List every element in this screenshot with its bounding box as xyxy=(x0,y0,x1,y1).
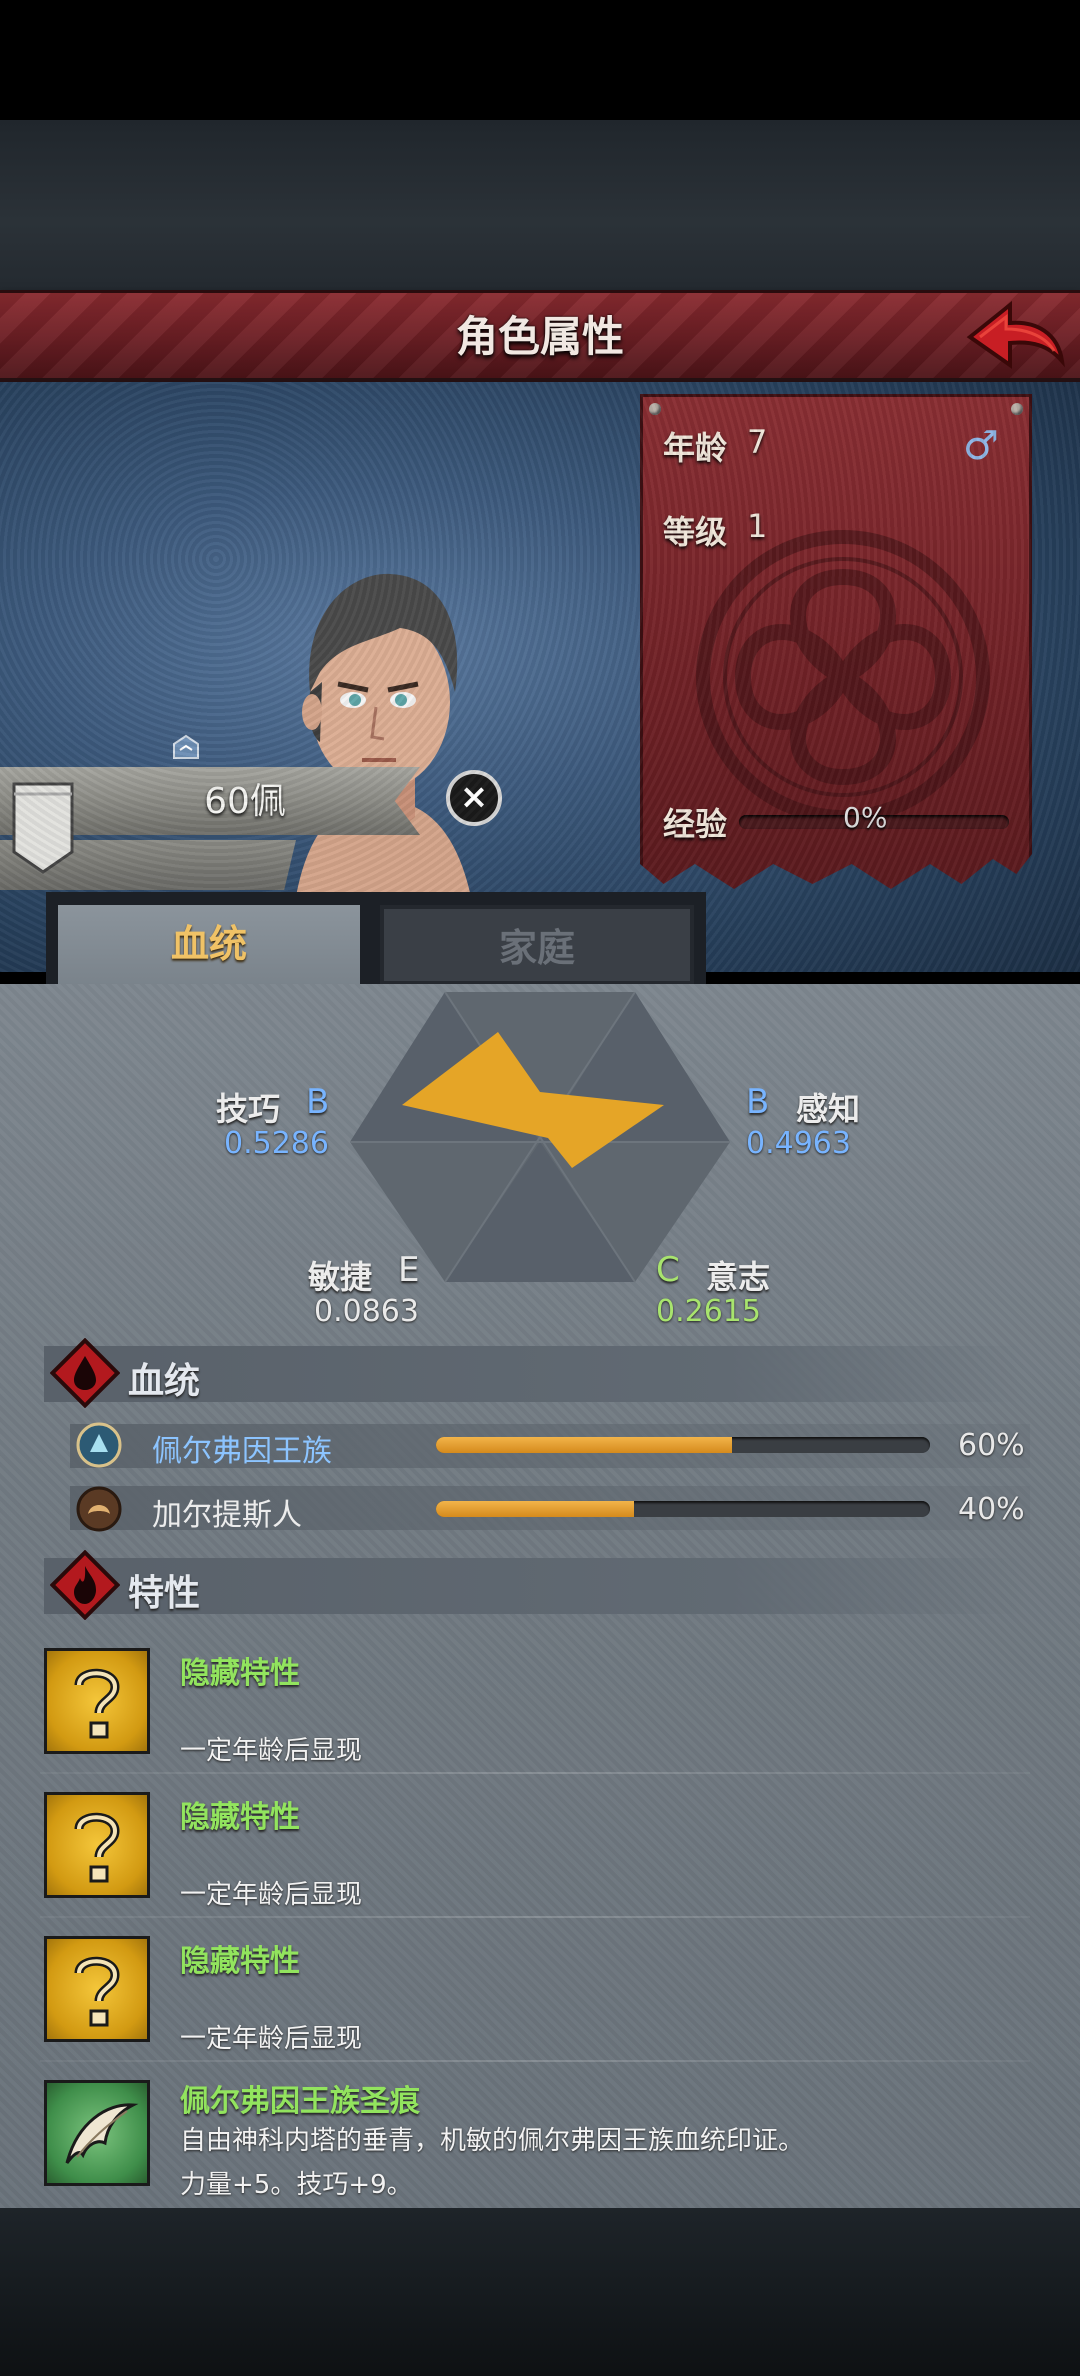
trait-effect: 力量+5。技巧+9。 xyxy=(180,2170,413,2200)
divider xyxy=(40,1772,1030,1774)
stat-will-grade: C xyxy=(656,1250,680,1290)
stat-agility-grade: E xyxy=(398,1250,420,1290)
hidden-trait-icon[interactable] xyxy=(44,1792,150,1898)
beast-crest-icon xyxy=(76,1486,122,1532)
hidden-trait-icon[interactable] xyxy=(44,1936,150,2042)
character-panel: 年龄 7 ♂ 等级 1 经验 0% 60佩 × xyxy=(0,382,1080,972)
royal-crest-icon xyxy=(76,1422,122,1468)
info-card: 年龄 7 ♂ 等级 1 经验 0% xyxy=(640,394,1032,889)
question-mark-icon xyxy=(74,1668,120,1739)
top-frame xyxy=(0,120,1080,290)
stat-skill-grade: B xyxy=(306,1082,330,1122)
attribute-radar xyxy=(350,992,730,1283)
rivet-icon xyxy=(1011,403,1023,415)
question-mark-icon xyxy=(74,1956,120,2027)
stat-agility-label: 敏捷 xyxy=(308,1258,373,1296)
trait-desc: 自由神科内塔的垂青，机敏的佩尔弗因王族血统印证。 xyxy=(180,2126,805,2156)
bloodline-progress-fill xyxy=(436,1501,634,1517)
stat-skill-label: 技巧 xyxy=(216,1090,281,1128)
flame-icon xyxy=(50,1550,120,1620)
character-name[interactable]: 60佩 xyxy=(120,772,370,832)
level-value: 1 xyxy=(747,507,768,545)
bloodline-name: 加尔提斯人 xyxy=(152,1498,302,1533)
male-gender-icon: ♂ xyxy=(963,423,999,469)
title-bar: 角色属性 xyxy=(0,290,1080,382)
bloodline-progress-fill xyxy=(436,1437,733,1453)
shield-icon xyxy=(12,782,74,874)
tab-bloodline[interactable]: 血统 xyxy=(58,905,360,985)
name-banner xyxy=(0,767,420,835)
back-button[interactable] xyxy=(966,299,1066,379)
exp-label: 经验 xyxy=(663,805,728,843)
bloodline-name: 佩尔弗因王族 xyxy=(152,1434,332,1469)
divider xyxy=(40,2060,1030,2062)
stat-perception-label: 感知 xyxy=(796,1090,861,1128)
feather-swirl-icon xyxy=(65,2103,139,2164)
blood-drop-icon xyxy=(50,1338,120,1408)
tab-family[interactable]: 家庭 xyxy=(380,905,694,985)
celtic-knot-emblem xyxy=(696,530,990,824)
trait-desc: 一定年龄后显现 xyxy=(180,1736,363,1766)
stat-perception-value: 0.4963 xyxy=(746,1126,851,1161)
trait-name: 隐藏特性 xyxy=(180,1944,300,1979)
level-label: 等级 xyxy=(663,513,728,551)
exp-progress-bar xyxy=(739,815,1009,829)
trait-name: 佩尔弗因王族圣痕 xyxy=(180,2084,420,2119)
name-banner-lower xyxy=(0,840,296,890)
exp-value: 0% xyxy=(843,801,888,834)
bloodline-percent: 60% xyxy=(958,1428,1025,1463)
bloodline-progress-bar xyxy=(436,1437,930,1453)
divider xyxy=(40,1916,1030,1918)
rivet-icon xyxy=(649,403,661,415)
stat-perception-grade: B xyxy=(746,1082,770,1122)
bloodline-section-title: 血统 xyxy=(128,1361,201,1402)
close-button[interactable]: × xyxy=(446,770,502,826)
rank-icon xyxy=(173,734,199,759)
age-value: 7 xyxy=(747,423,768,461)
stat-agility-value: 0.0863 xyxy=(314,1294,419,1329)
age-label: 年龄 xyxy=(663,429,728,467)
question-mark-icon xyxy=(74,1812,120,1883)
hidden-trait-icon[interactable] xyxy=(44,1648,150,1754)
trait-desc: 一定年龄后显现 xyxy=(180,2024,363,2054)
bloodline-percent: 40% xyxy=(958,1492,1025,1527)
trait-name: 隐藏特性 xyxy=(180,1800,300,1835)
back-arrow-icon xyxy=(966,300,1065,369)
bottom-frame xyxy=(0,2208,1080,2376)
trait-name: 隐藏特性 xyxy=(180,1656,300,1691)
page-title: 角色属性 xyxy=(455,312,624,361)
stat-skill-value: 0.5286 xyxy=(224,1126,329,1161)
bloodline-progress-bar xyxy=(436,1501,930,1517)
trait-desc: 一定年龄后显现 xyxy=(180,1880,363,1910)
stat-will-label: 意志 xyxy=(706,1258,771,1296)
traits-section-title: 特性 xyxy=(128,1573,201,1614)
royal-stigma-trait-icon[interactable] xyxy=(44,2080,150,2186)
stat-will-value: 0.2615 xyxy=(656,1294,761,1329)
status-bar xyxy=(0,0,1080,120)
